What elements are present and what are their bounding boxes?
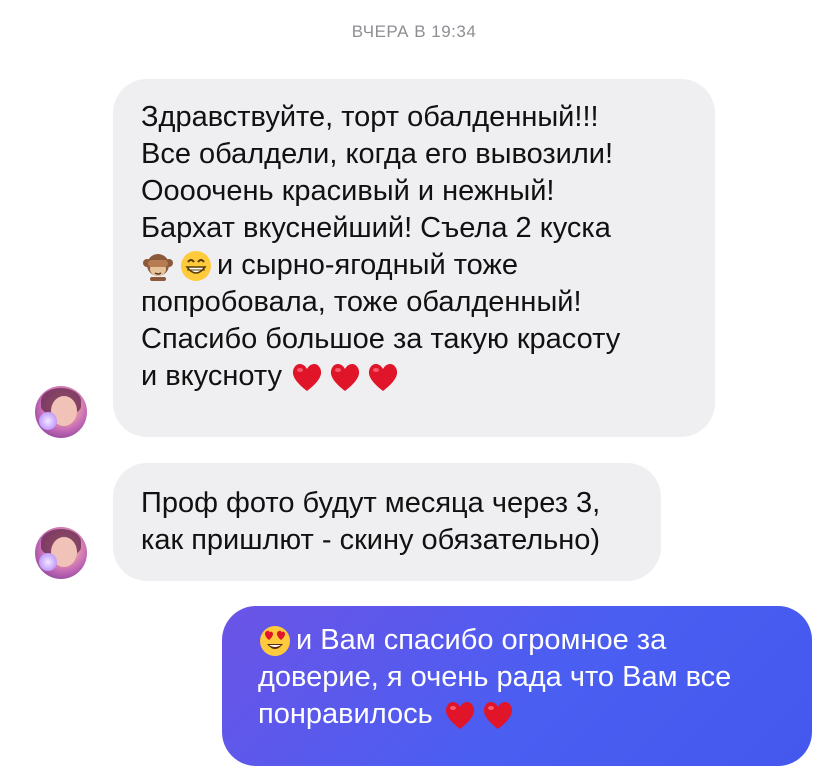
see-no-evil-monkey-emoji [141,249,175,283]
message-line: Здравствуйте, торт обалденный!!! [141,101,599,133]
message-line: как пришлют - скину обязательно) [141,524,601,556]
message-line: и Вам спасибо огромное за [258,622,794,659]
red-heart-emoji [328,360,362,394]
red-heart-emoji [366,360,400,394]
sender-avatar[interactable] [35,527,87,579]
red-heart-emoji [443,698,477,732]
message-line: Бархат вкуснейший! Съела 2 куска [141,212,611,244]
grinning-face-emoji [179,249,213,283]
incoming-message-bubble[interactable]: Проф фото будут месяца через 3, как приш… [113,463,661,581]
message-line: доверие, я очень рада что Вам все [258,661,732,693]
message-line: Спасибо большое за такую красоту [141,323,621,355]
chat-screen: ВЧЕРА В 19:34 Здравствуйте, торт обалден… [0,0,828,769]
incoming-message-bubble[interactable]: Здравствуйте, торт обалденный!!! Все оба… [113,79,715,437]
sender-avatar[interactable] [35,386,87,438]
heart-eyes-emoji [258,624,292,658]
message-line: и сырно-ягодный тоже [141,247,695,284]
message-line: Оооочень красивый и нежный! [141,175,555,207]
message-line: Проф фото будут месяца через 3, [141,487,601,519]
message-line: Все обалдели, когда его вывозили! [141,138,614,170]
outgoing-message-bubble[interactable]: и Вам спасибо огромное за доверие, я оче… [222,606,812,766]
message-line: и вкусноту [141,358,695,395]
red-heart-emoji [290,360,324,394]
message-line: попробовала, тоже обалденный! [141,286,582,318]
message-timestamp: ВЧЕРА В 19:34 [351,22,477,41]
message-line: понравилось [258,696,794,733]
red-heart-emoji [481,698,515,732]
